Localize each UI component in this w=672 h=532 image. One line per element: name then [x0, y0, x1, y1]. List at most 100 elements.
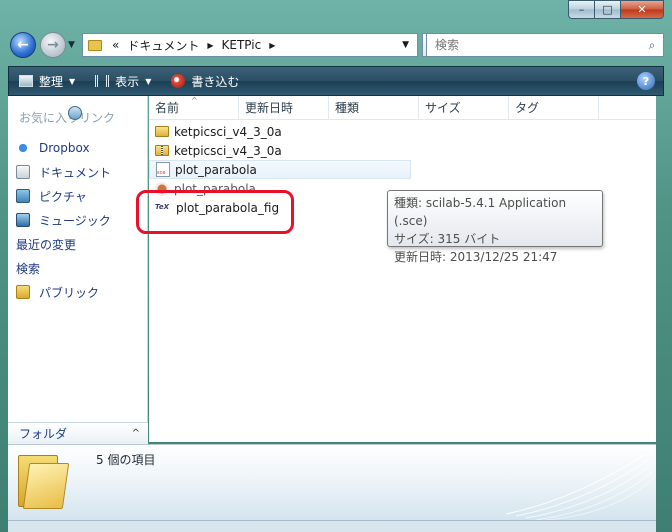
file-row-hovered[interactable]: plot_parabola [149, 160, 411, 179]
back-arrow-icon: ← [17, 37, 29, 53]
column-header-label: タグ [515, 101, 540, 115]
chevron-right-icon[interactable]: ▶ [207, 41, 213, 50]
column-header-modified[interactable]: 更新日時 [239, 96, 329, 119]
search-box[interactable]: ⌕ [426, 33, 664, 57]
column-header-name[interactable]: ^ 名前 [149, 96, 239, 119]
navigation-bar: ← → ▼ « ドキュメント ▶ KETPic ▶ ▼ ⟳ ⌕ [8, 30, 664, 60]
public-folder-icon [16, 285, 30, 299]
view-icon [95, 75, 110, 87]
folder-icon [155, 126, 169, 137]
close-button[interactable]: ✕ [620, 0, 664, 19]
item-count: 5 個の項目 [96, 453, 156, 467]
sidebar-item-label: 最近の変更 [16, 237, 77, 252]
file-name: plot_parabola [174, 181, 256, 196]
file-name: plot_parabola [175, 162, 257, 177]
favorite-links-list: Dropbox ドキュメント ピクチャ ミュージック 最近の変更 検索 パブリッ… [8, 99, 440, 304]
navigation-pane: お気に入りリンク Dropbox ドキュメント ピクチャ ミュージック 最近の変… [8, 96, 440, 442]
sce-file-icon [156, 162, 170, 177]
address-bar[interactable]: « ドキュメント ▶ KETPic ▶ ▼ [82, 33, 418, 57]
chevron-down-icon: ▼ [69, 76, 76, 86]
file-row[interactable]: plot_parabola_fig [149, 198, 411, 217]
column-headers: ^ 名前 更新日時 種類 サイズ タグ [149, 96, 656, 120]
back-button[interactable]: ← [10, 32, 36, 58]
dropbox-icon [13, 138, 33, 158]
file-name: ketpicsci_v4_3_0a [174, 124, 282, 139]
column-header-tags[interactable]: タグ [509, 96, 599, 119]
zip-folder-icon [155, 145, 169, 156]
forward-arrow-icon: → [47, 37, 59, 53]
sort-indicator-icon: ^ [191, 96, 198, 105]
folder-icon [88, 39, 102, 51]
chevron-right-icon[interactable]: ▶ [269, 41, 275, 50]
maximize-button[interactable]: □ [594, 0, 620, 19]
sidebar-item-searches[interactable]: 検索 [8, 99, 440, 280]
file-list-pane: ^ 名前 更新日時 種類 サイズ タグ ketpicsci_v4_3_0a ket… [149, 96, 656, 442]
column-header-type[interactable]: 種類 [329, 96, 419, 119]
file-row[interactable]: plot_parabola [149, 179, 411, 198]
sidebar-item-recent-changes[interactable]: 最近の変更 [8, 106, 147, 256]
minimize-button[interactable]: – [568, 0, 594, 19]
sidebar-item-label: 検索 [16, 261, 41, 276]
sidebar-item-label: Dropbox [39, 141, 90, 155]
file-row[interactable]: ketpicsci_v4_3_0a [149, 141, 411, 160]
column-header-label: 更新日時 [245, 101, 294, 115]
folders-label: フォルダ [19, 427, 68, 441]
breadcrumb: « ドキュメント ▶ KETPic ▶ [112, 37, 275, 54]
large-folder-icon [18, 451, 72, 511]
burn-button[interactable]: 書き込む [161, 67, 249, 95]
burn-disc-icon [171, 74, 186, 88]
folders-toggle-bar[interactable]: フォルダ ^ [8, 422, 148, 444]
sidebar-item-label: ミュージック [39, 213, 111, 228]
organize-icon [19, 75, 33, 87]
sidebar-item-music[interactable]: ミュージック [8, 208, 147, 232]
search-input[interactable] [427, 38, 641, 52]
file-name: ketpicsci_v4_3_0a [174, 143, 282, 158]
help-icon: ? [642, 74, 650, 88]
column-header-label: 名前 [155, 101, 180, 115]
file-name: plot_parabola_fig [176, 200, 280, 215]
burn-label: 書き込む [191, 74, 240, 89]
details-pane: 5 個の項目 [8, 444, 656, 520]
help-button[interactable]: ? [637, 72, 655, 90]
sidebar-item-pictures[interactable]: ピクチャ [8, 184, 147, 208]
view-button[interactable]: 表示 ▼ [85, 67, 161, 95]
organize-button[interactable]: 整理 ▼ [9, 67, 85, 95]
breadcrumb-item-ketpic[interactable]: KETPic [222, 38, 262, 52]
pictures-icon [16, 189, 30, 203]
folder-front-shape [22, 463, 70, 509]
breadcrumb-item-documents[interactable]: ドキュメント [127, 37, 199, 54]
tex-file-icon [155, 200, 171, 215]
column-header-size[interactable]: サイズ [419, 96, 509, 119]
decorative-swoosh-icon [505, 453, 655, 520]
tooltip-size: サイズ: 315 バイト [394, 232, 501, 246]
column-header-label: サイズ [425, 101, 461, 115]
music-icon [16, 213, 30, 227]
file-info-tooltip: 種類: scilab-5.4.1 Application (.sce) サイズ:… [387, 190, 603, 264]
status-bar [8, 520, 656, 532]
chevron-down-icon: ▼ [145, 76, 152, 86]
tooltip-modified: 更新日時: 2013/12/25 21:47 [394, 250, 558, 264]
organize-label: 整理 [39, 74, 64, 89]
sidebar-item-dropbox[interactable]: Dropbox [8, 136, 147, 160]
recent-pages-dropdown[interactable]: ▼ [68, 40, 75, 50]
breadcrumb-overflow[interactable]: « [112, 38, 119, 52]
address-dropdown-icon[interactable]: ▼ [402, 40, 409, 50]
sidebar-item-documents[interactable]: ドキュメント [8, 160, 147, 184]
window-caption-buttons: – □ ✕ [568, 0, 664, 19]
chevron-up-icon: ^ [131, 428, 140, 439]
tooltip-type: 種類: scilab-5.4.1 Application (.sce) [394, 196, 567, 228]
sidebar-item-label: パブリック [39, 285, 100, 300]
recent-changes-icon [68, 106, 82, 120]
documents-icon [16, 165, 30, 179]
view-label: 表示 [115, 74, 140, 89]
sidebar-item-public[interactable]: パブリック [8, 280, 147, 304]
command-toolbar: 整理 ▼ 表示 ▼ 書き込む ? [8, 66, 664, 96]
forward-button[interactable]: → [40, 32, 66, 58]
search-icon[interactable]: ⌕ [641, 38, 663, 53]
template-file-icon [155, 181, 169, 196]
file-row[interactable]: ketpicsci_v4_3_0a [149, 122, 411, 141]
column-header-label: 種類 [335, 101, 360, 115]
sidebar-item-label: ドキュメント [39, 165, 112, 180]
explorer-window: – □ ✕ ← → ▼ « ドキュメント ▶ KETPic ▶ ▼ ⟳ ⌕ 整理 [0, 0, 672, 532]
sidebar-item-label: ピクチャ [39, 189, 87, 204]
